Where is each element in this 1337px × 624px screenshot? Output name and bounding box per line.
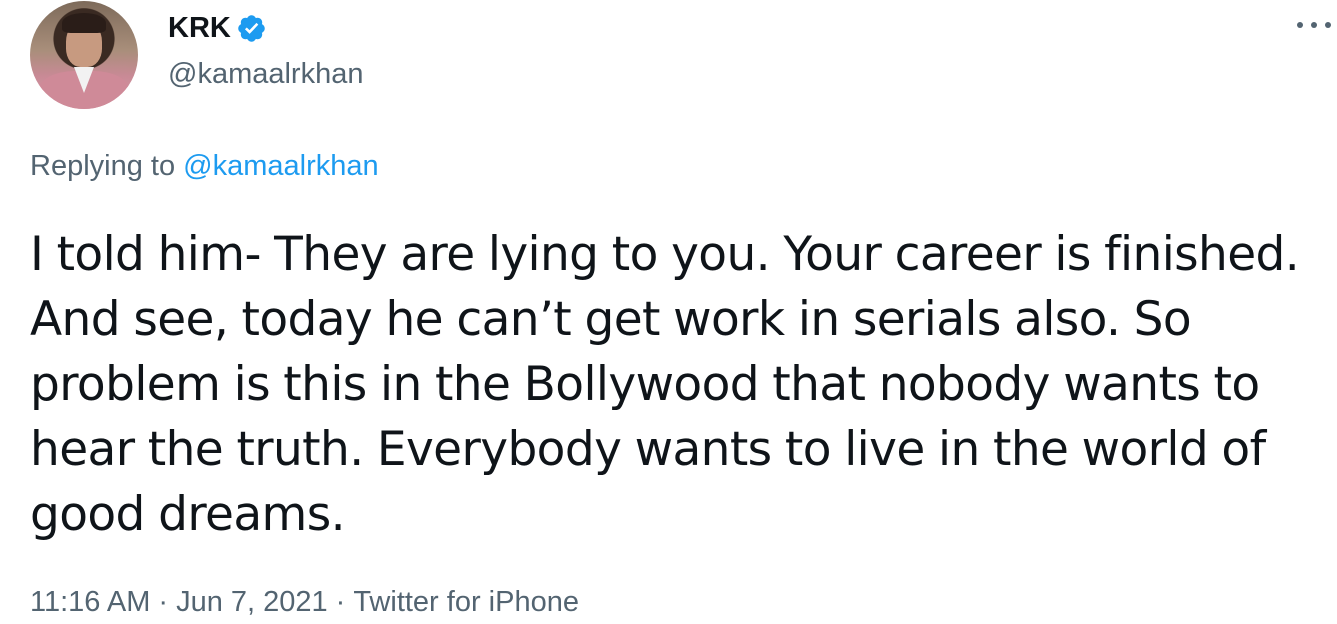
tweet-text-line: hear the truth. Everybody wants to live … bbox=[30, 422, 1266, 477]
tweet-header: KRK @kamaalrkhan bbox=[168, 8, 363, 91]
tweet-text-line: good dreams. bbox=[30, 487, 346, 542]
more-dot bbox=[1325, 22, 1331, 28]
meta-separator: · bbox=[335, 586, 346, 618]
tweet-meta: 11:16 AM · Jun 7, 2021 · Twitter for iPh… bbox=[30, 586, 579, 619]
avatar[interactable] bbox=[30, 1, 138, 109]
tweet-text-line: problem is this in the Bollywood that no… bbox=[30, 357, 1260, 412]
tweet-time[interactable]: 11:16 AM bbox=[30, 586, 150, 619]
tweet-text-line: And see, today he can’t get work in seri… bbox=[30, 292, 1192, 347]
more-dot bbox=[1297, 22, 1303, 28]
replying-to-handle-link[interactable]: @kamaalrkhan bbox=[183, 150, 378, 182]
tweet-source[interactable]: Twitter for iPhone bbox=[353, 586, 579, 619]
meta-separator: · bbox=[158, 586, 169, 618]
avatar-hair bbox=[62, 13, 106, 33]
name-row: KRK bbox=[168, 8, 363, 48]
tweet-text: I told him- They are lying to you. Your … bbox=[30, 222, 1335, 547]
more-options-icon[interactable] bbox=[1297, 18, 1331, 32]
verified-badge-icon bbox=[236, 13, 267, 44]
tweet-text-line: I told him- They are lying to you. Your … bbox=[30, 227, 1300, 282]
author-name[interactable]: KRK bbox=[168, 12, 231, 45]
replying-to-label: Replying to bbox=[30, 150, 176, 182]
tweet-card: KRK @kamaalrkhan Replying to @kamaalrkha… bbox=[0, 0, 1337, 624]
tweet-date[interactable]: Jun 7, 2021 bbox=[176, 586, 328, 619]
more-dot bbox=[1311, 22, 1317, 28]
replying-to: Replying to @kamaalrkhan bbox=[30, 150, 379, 183]
author-handle[interactable]: @kamaalrkhan bbox=[168, 58, 363, 91]
